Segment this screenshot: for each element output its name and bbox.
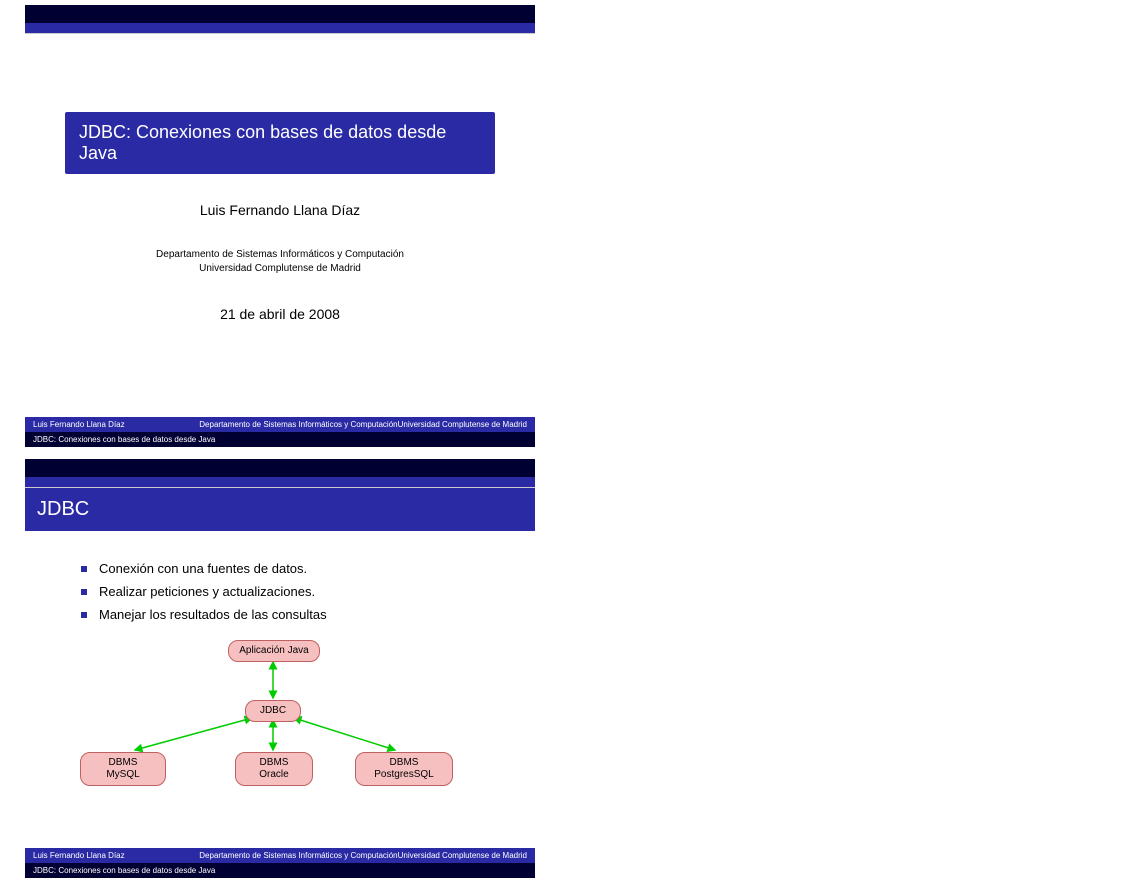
node-oracle-l1: DBMS [260,757,289,768]
presentation-title: JDBC: Conexiones con bases de datos desd… [65,112,495,174]
bullet-item: Realizar peticiones y actualizaciones. [81,584,535,599]
footer-row-author: Luis Fernando Llana Díaz Departamento de… [25,417,535,432]
dept-line1: Departamento de Sistemas Informáticos y … [156,249,404,260]
top-bar-blue [25,23,535,34]
architecture-diagram: Aplicación Java JDBC DBMS MySQL DBMS Ora… [80,640,480,810]
node-pg-l1: DBMS [390,757,419,768]
slide-footer: Luis Fernando Llana Díaz Departamento de… [25,848,535,878]
dept-line2: Universidad Complutense de Madrid [199,263,361,274]
bullet-list: Conexión con una fuentes de datos. Reali… [81,561,535,622]
bullet-item: Conexión con una fuentes de datos. [81,561,535,576]
node-app: Aplicación Java [228,640,320,662]
footer-row-author: Luis Fernando Llana Díaz Departamento de… [25,848,535,863]
bullet-item: Manejar los resultados de las consultas [81,607,535,622]
footer-dept: Departamento de Sistemas Informáticos y … [175,420,527,429]
department: Departamento de Sistemas Informáticos y … [25,248,535,276]
author: Luis Fernando Llana Díaz [25,202,535,218]
footer-row-title: JDBC: Conexiones con bases de datos desd… [25,863,535,878]
top-bar-dark [25,459,535,477]
footer-author: Luis Fernando Llana Díaz [33,420,125,429]
footer-author: Luis Fernando Llana Díaz [33,851,125,860]
date: 21 de abril de 2008 [25,306,535,322]
node-pg-l2: PostgresSQL [374,769,433,780]
node-mysql-l2: MySQL [106,769,139,780]
node-mysql: DBMS MySQL [80,752,166,786]
top-bar-blue [25,477,535,488]
slide-jdbc: JDBC Conexión con una fuentes de datos. … [25,459,535,878]
slide-footer: Luis Fernando Llana Díaz Departamento de… [25,417,535,447]
node-jdbc: JDBC [245,700,301,722]
slide-heading: JDBC [25,488,535,531]
node-oracle: DBMS Oracle [235,752,313,786]
node-oracle-l2: Oracle [259,769,288,780]
footer-dept: Departamento de Sistemas Informáticos y … [175,851,527,860]
slide-title: JDBC: Conexiones con bases de datos desd… [25,5,535,447]
node-mysql-l1: DBMS [109,757,138,768]
top-bar-dark [25,5,535,23]
node-pg: DBMS PostgresSQL [355,752,453,786]
footer-row-title: JDBC: Conexiones con bases de datos desd… [25,432,535,447]
